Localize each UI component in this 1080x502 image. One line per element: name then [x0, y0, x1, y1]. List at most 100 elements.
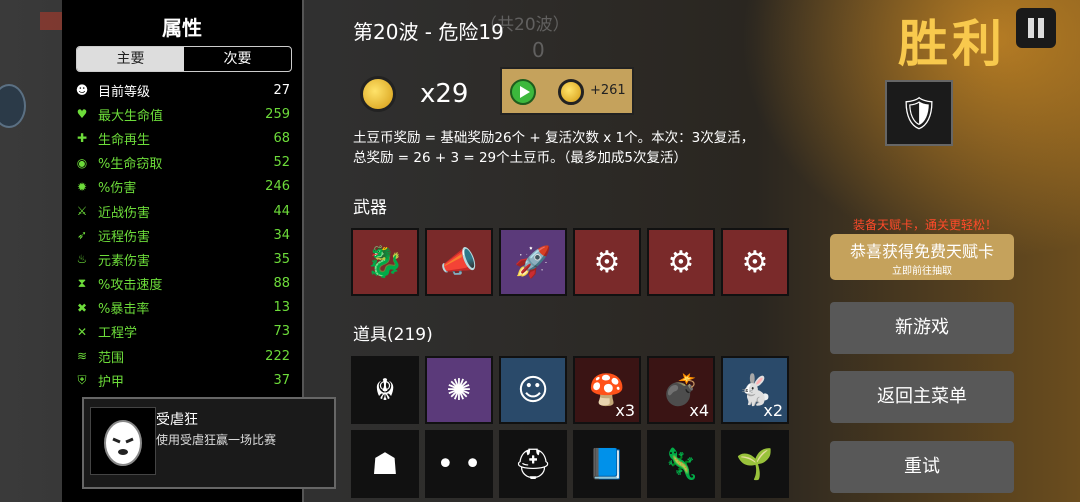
- item-quantity: x2: [763, 401, 783, 420]
- stat-row[interactable]: ✖ %暴击率 13: [72, 296, 290, 320]
- reward-description: 土豆币奖励 = 基础奖励26个 + 复活次数 x 1个。本次：3次复活， 总奖励…: [353, 128, 793, 168]
- lizard-icon: 🦎: [662, 446, 700, 482]
- reward-description-line2: 总奖励 = 26 + 3 = 29个土豆币。（最多加成5次复活）: [353, 150, 687, 166]
- stat-value: 259: [265, 106, 290, 122]
- inventory-slot[interactable]: 📘: [573, 430, 641, 498]
- items-row-2: ☗ • • ⛑ 📘 🦎 🌱: [351, 430, 789, 498]
- stat-row[interactable]: ✕ 工程学 73: [72, 320, 290, 344]
- tab-secondary[interactable]: 次要: [184, 47, 291, 71]
- stat-row[interactable]: ⚔ 近战伤害 44: [72, 199, 290, 223]
- inventory-slot[interactable]: 💣 x4: [647, 356, 715, 424]
- minigun-icon: ⚙: [741, 244, 769, 280]
- heart-icon: ♥: [76, 107, 88, 122]
- armor-icon: ⛨: [77, 372, 87, 387]
- inventory-slot[interactable]: 🐉: [351, 228, 419, 296]
- talent-card-button-label: 恭喜获得免费天赋卡: [849, 242, 994, 261]
- lifesteal-icon: ◉: [76, 155, 88, 170]
- elemental-icon: ♨: [76, 252, 88, 267]
- stat-label: %攻击速度: [98, 278, 163, 294]
- stat-row[interactable]: ♥ 最大生命值 259: [72, 102, 290, 126]
- ghost-number: 0: [532, 38, 545, 62]
- stat-row[interactable]: ◉ %生命窃取 52: [72, 151, 290, 175]
- stat-label: 远程伤害: [98, 229, 151, 245]
- weapons-label: 武器: [353, 198, 387, 218]
- inventory-slot[interactable]: 🦎: [647, 430, 715, 498]
- ritual-icon: ☬: [374, 372, 396, 408]
- victory-title: 胜利: [898, 15, 1006, 73]
- damage-icon: ✹: [76, 179, 88, 194]
- reward-description-line1: 土豆币奖励 = 基础奖励26个 + 复活次数 x 1个。本次：3次复活，: [353, 130, 755, 146]
- stat-label: 元素伤害: [98, 253, 151, 269]
- inventory-slot[interactable]: 🐇 x2: [721, 356, 789, 424]
- achievement-description: 使用受虐狂赢一场比赛: [156, 433, 277, 447]
- stat-value: 34: [273, 227, 290, 243]
- inventory-slot[interactable]: ☺: [499, 356, 567, 424]
- stat-value: 73: [273, 324, 290, 340]
- inventory-slot[interactable]: 📣: [425, 228, 493, 296]
- sprout-icon: 🌱: [736, 446, 774, 482]
- eyes-icon: • •: [436, 446, 482, 482]
- stat-row[interactable]: ⧗ %攻击速度 88: [72, 272, 290, 296]
- stat-value: 68: [273, 130, 290, 146]
- talent-card-button[interactable]: 恭喜获得免费天赋卡 立即前往抽取: [830, 234, 1014, 280]
- level-icon: ☻: [75, 83, 89, 98]
- minigun-icon: ⚙: [593, 244, 621, 280]
- retry-button[interactable]: 重试: [830, 441, 1014, 493]
- stat-value: 222: [265, 348, 290, 364]
- achievement-title: 受虐狂: [156, 412, 198, 428]
- stat-row[interactable]: ≋ 范围 222: [72, 344, 290, 368]
- coin-count: x29: [420, 79, 469, 109]
- helmet-icon: ⛑: [513, 446, 553, 482]
- stat-value: 35: [273, 251, 290, 267]
- stat-row[interactable]: ♨ 元素伤害 35: [72, 247, 290, 271]
- pause-button[interactable]: [1016, 8, 1056, 48]
- stat-value: 246: [265, 179, 290, 195]
- stat-label: 最大生命值: [98, 108, 164, 124]
- stat-label: 目前等级: [98, 84, 151, 100]
- stat-row[interactable]: ✚ 生命再生 68: [72, 126, 290, 150]
- items-label: 道具(219): [353, 325, 433, 345]
- wave-title: 第20波 - 危险19: [353, 20, 504, 44]
- inventory-slot[interactable]: ⛑: [499, 430, 567, 498]
- stat-value: 44: [273, 203, 290, 219]
- play-icon: [510, 79, 536, 105]
- stat-row[interactable]: ☻ 目前等级 27: [72, 78, 290, 102]
- inventory-slot[interactable]: • •: [425, 430, 493, 498]
- stat-label: 护甲: [98, 374, 125, 390]
- inventory-slot[interactable]: ⚙: [721, 228, 789, 296]
- items-row-1: ☬ ✺ ☺ 🍄 x3 💣 x4 🐇 x2: [351, 356, 789, 424]
- stat-label: 工程学: [98, 326, 138, 342]
- stat-value: 88: [273, 276, 290, 292]
- watch-ad-bonus-button[interactable]: +261: [500, 67, 634, 115]
- megaphone-icon: 📣: [440, 244, 478, 280]
- inventory-slot[interactable]: ⚙: [573, 228, 641, 296]
- stat-label: %暴击率: [98, 302, 150, 318]
- book-icon: 📘: [588, 446, 626, 482]
- stat-row[interactable]: ⛨ 护甲 37: [72, 368, 290, 392]
- reward-item-slot[interactable]: 🛡: [885, 80, 953, 146]
- egg-face-icon: [90, 407, 156, 475]
- inventory-slot[interactable]: ⚙: [647, 228, 715, 296]
- spiked-ball-icon: ✺: [446, 372, 472, 408]
- stat-label: 近战伤害: [98, 205, 151, 221]
- stat-row[interactable]: ✹ %伤害 246: [72, 175, 290, 199]
- tab-primary[interactable]: 主要: [77, 47, 184, 71]
- main-menu-button[interactable]: 返回主菜单: [830, 371, 1014, 423]
- inventory-slot[interactable]: ☗: [351, 430, 419, 498]
- stat-row[interactable]: ➶ 远程伤害 34: [72, 223, 290, 247]
- inventory-slot[interactable]: 🌱: [721, 430, 789, 498]
- inventory-slot[interactable]: ✺: [425, 356, 493, 424]
- item-quantity: x3: [615, 401, 635, 420]
- inventory-slot[interactable]: 🚀: [499, 228, 567, 296]
- stat-list: ☻ 目前等级 27 ♥ 最大生命值 259 ✚ 生命再生 68 ◉ %生命窃取 52 ✹ %伤害 246 ⚔ 近…: [72, 78, 290, 392]
- promo-text: 装备天赋卡，通关更轻松！: [852, 218, 997, 232]
- stat-value: 37: [273, 372, 290, 388]
- inventory-slot[interactable]: 🍄 x3: [573, 356, 641, 424]
- stat-label: 生命再生: [98, 132, 151, 148]
- new-game-button[interactable]: 新游戏: [830, 302, 1014, 354]
- tombstone-icon: ☗: [371, 446, 399, 482]
- inventory-slot[interactable]: ☬: [351, 356, 419, 424]
- range-icon: ≋: [76, 349, 88, 364]
- regen-icon: ✚: [76, 131, 88, 146]
- potato-coin-icon: [558, 79, 584, 105]
